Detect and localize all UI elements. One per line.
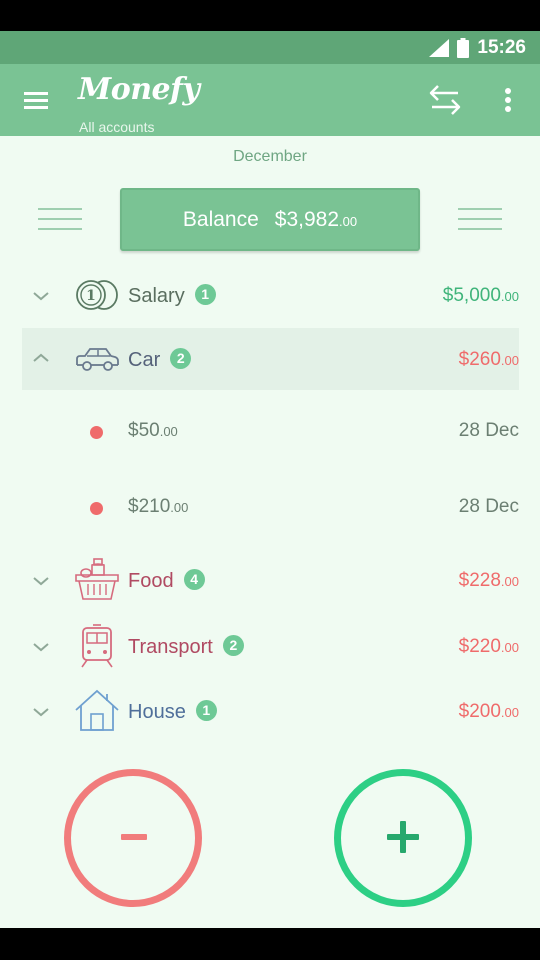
category-name: Salary: [128, 285, 185, 307]
count-badge: 2: [222, 635, 244, 656]
category-row-food[interactable]: Food 4 $228.00: [22, 555, 519, 611]
transfer-button[interactable]: [428, 82, 462, 118]
transaction-date: 28 Dec: [458, 420, 519, 441]
status-bar: 15:26: [0, 31, 540, 64]
balance-button[interactable]: Balance $3,982.00: [120, 188, 420, 251]
app-screen: 15:26 Monefy All accounts December Balan…: [0, 31, 540, 928]
category-amount: $228.00: [458, 570, 519, 591]
transaction-amount: $50.00: [128, 420, 178, 441]
category-name: Transport: [128, 636, 213, 658]
status-time: 15:26: [477, 37, 526, 58]
train-icon: [81, 624, 113, 668]
menu-icon: [24, 92, 48, 109]
basket-icon: [75, 558, 119, 600]
house-icon: [75, 689, 119, 731]
car-icon: [76, 348, 119, 371]
category-row-car[interactable]: Car 2 $260.00: [22, 328, 519, 390]
previous-period-button[interactable]: [38, 208, 82, 230]
add-expense-button[interactable]: [64, 769, 202, 907]
transaction-row[interactable]: $50.00 28 Dec: [22, 412, 519, 452]
next-period-button[interactable]: [458, 208, 502, 230]
chevron-down-icon[interactable]: [32, 575, 50, 587]
chevron-down-icon[interactable]: [32, 706, 50, 718]
more-options-button[interactable]: [497, 84, 519, 116]
battery-icon: [457, 38, 470, 58]
expense-dot: [90, 502, 103, 515]
category-name: Car: [128, 349, 161, 371]
category-row-transport[interactable]: Transport 2 $220.00: [22, 621, 519, 677]
coins-icon: 1: [76, 280, 118, 310]
more-vert-icon: [505, 88, 511, 112]
category-amount: $200.00: [458, 701, 519, 722]
count-badge: 2: [170, 348, 192, 369]
svg-text:1: 1: [86, 288, 96, 304]
balance-amount: $3,982.00: [274, 207, 358, 231]
count-badge: 1: [194, 284, 216, 305]
add-income-button[interactable]: [334, 769, 472, 907]
expense-dot: [90, 426, 103, 439]
minus-icon: [121, 834, 147, 840]
app-logo: Monefy: [78, 72, 200, 107]
period-label[interactable]: December: [0, 148, 540, 166]
chevron-down-icon[interactable]: [32, 290, 50, 302]
app-bar: Monefy All accounts: [0, 64, 540, 136]
category-amount: $260.00: [458, 349, 519, 370]
signal-icon: [429, 39, 450, 57]
transaction-date: 28 Dec: [458, 496, 519, 517]
chevron-down-icon[interactable]: [32, 641, 50, 653]
transaction-amount: $210.00: [128, 496, 189, 517]
category-row-salary[interactable]: 1 Salary 1 $5,000.00: [22, 268, 519, 324]
category-row-house[interactable]: House 1 $200.00: [22, 686, 519, 742]
transaction-row[interactable]: $210.00 28 Dec: [22, 488, 519, 528]
chevron-up-icon[interactable]: [32, 352, 50, 364]
category-name: Food: [128, 570, 174, 592]
count-badge: 1: [195, 700, 217, 721]
menu-button[interactable]: [22, 88, 50, 112]
category-amount: $5,000.00: [442, 285, 519, 306]
category-amount: $220.00: [458, 636, 519, 657]
account-selector[interactable]: All accounts: [79, 119, 154, 135]
category-name: House: [128, 701, 186, 723]
transfer-icon: [429, 85, 461, 115]
count-badge: 4: [183, 569, 205, 590]
balance-label: Balance: [182, 207, 259, 231]
